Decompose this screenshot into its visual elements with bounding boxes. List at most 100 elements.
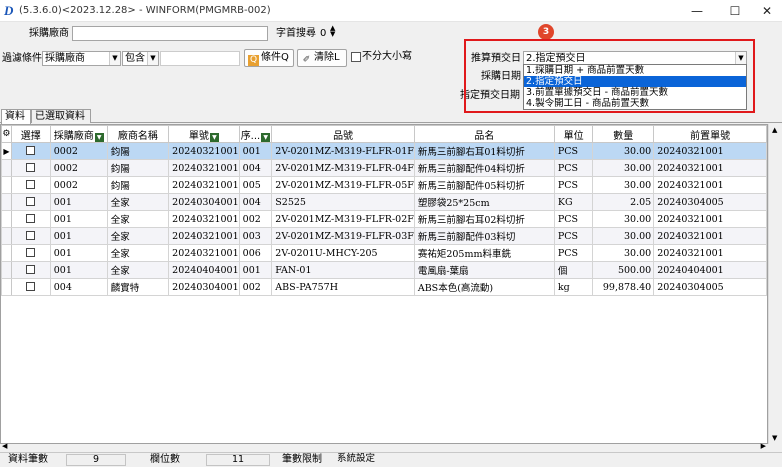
filter-op-select[interactable]: 包含 ▼ [122, 51, 159, 66]
horizontal-scrollbar[interactable]: ◀ ▶ [0, 442, 768, 452]
table-cell[interactable]: 003 [238, 227, 273, 245]
table-cell[interactable]: 全家 [106, 227, 170, 245]
table-cell[interactable]: 2V-0201MZ-M319-FLFR-02F [271, 210, 415, 228]
row-header[interactable] [1, 210, 12, 228]
table-cell[interactable]: 新馬三前腳配件05料切折 [413, 176, 555, 194]
table-cell[interactable]: 30.00 [592, 142, 655, 160]
select-cell[interactable] [10, 176, 51, 194]
table-cell[interactable]: FAN-01 [271, 261, 415, 279]
table-row[interactable]: 001 全家 20240304001 004 S2525 塑膠袋25*25cm KG 2.05… [1, 193, 767, 211]
table-cell[interactable]: 赛祐矩205mm料車銑 [413, 244, 555, 262]
data-grid[interactable]: ⚙ 選擇 採購廠商 ▼ 廠商名稱 單號 ▼ 序... ▼ 品號 品名 單位 數量 前置單號 ▶ 0002 鈞陽… [0, 124, 768, 444]
table-cell[interactable]: 全家 [106, 261, 170, 279]
dropdown-option-selected[interactable]: 2.指定預交日 [524, 76, 746, 87]
dropdown-option[interactable]: 3.前置單據預交日 - 商品前置天數 [524, 87, 746, 98]
table-cell[interactable]: 20240321001 [168, 176, 240, 194]
row-select-checkbox[interactable] [26, 230, 36, 240]
table-cell[interactable]: 005 [238, 176, 273, 194]
table-cell[interactable]: 鈞陽 [106, 176, 170, 194]
table-cell[interactable]: 麟實特 [106, 278, 170, 296]
table-cell[interactable]: 20240304005 [653, 193, 767, 211]
column-header[interactable]: 品名 [413, 125, 555, 143]
table-cell[interactable]: 20240404001 [168, 261, 240, 279]
row-select-checkbox[interactable] [26, 247, 36, 257]
table-row[interactable]: 001 全家 20240404001 001 FAN-01 電風扇-葉扇個 500.00 20… [1, 261, 767, 279]
table-cell[interactable]: 20240321001 [653, 244, 767, 262]
column-header[interactable]: 序... ▼ [238, 125, 273, 143]
column-header[interactable]: 單號 ▼ [168, 125, 240, 143]
grid-settings-icon[interactable]: ⚙ [1, 125, 12, 143]
row-select-checkbox[interactable] [26, 196, 36, 206]
scroll-down-icon[interactable]: ▼ [772, 434, 777, 442]
row-header[interactable] [1, 244, 12, 262]
vertical-scrollbar[interactable]: ▲ ▼ [768, 124, 782, 444]
table-cell[interactable]: 20240321001 [168, 210, 240, 228]
close-button[interactable]: ✕ [752, 2, 782, 20]
maximize-button[interactable]: ☐ [720, 2, 750, 20]
scroll-left-icon[interactable]: ◀ [2, 442, 7, 450]
table-cell[interactable]: PCS [553, 227, 594, 245]
table-cell[interactable]: 001 [49, 227, 108, 245]
row-header[interactable] [1, 227, 12, 245]
tab-selected-data[interactable]: 已選取資料 [31, 109, 91, 123]
table-cell[interactable]: 30.00 [592, 176, 655, 194]
table-cell[interactable]: 002 [238, 210, 273, 228]
table-cell[interactable]: PCS [553, 244, 594, 262]
table-row[interactable]: 004 麟實特 20240304001 002 ABS-PA757H ABS本色(高流動)… [1, 278, 767, 296]
scroll-up-icon[interactable]: ▲ [772, 126, 777, 134]
first-n-value[interactable]: 0 [320, 27, 326, 41]
current-row-icon[interactable]: ▶ [1, 142, 12, 160]
select-cell[interactable] [10, 244, 51, 262]
table-cell[interactable]: 001 [49, 210, 108, 228]
table-cell[interactable]: 001 [49, 244, 108, 262]
select-cell[interactable] [10, 142, 51, 160]
table-cell[interactable]: 2V-0201MZ-M319-FLFR-04F [271, 159, 415, 177]
table-row[interactable]: 001 全家 20240321001 006 2V-0201U-MHCY-205 赛祐矩2… [1, 244, 767, 262]
filter-field-select[interactable]: 採購廠商 ▼ [42, 51, 121, 66]
table-cell[interactable]: 001 [238, 142, 273, 160]
table-cell[interactable]: 20240321001 [653, 176, 767, 194]
column-header[interactable]: 選擇 [10, 125, 51, 143]
table-cell[interactable]: ABS-PA757H [271, 278, 415, 296]
row-select-checkbox[interactable] [26, 264, 36, 274]
table-cell[interactable]: 20240404001 [653, 261, 767, 279]
scroll-right-icon[interactable]: ▶ [761, 442, 766, 450]
table-cell[interactable]: 20240321001 [653, 210, 767, 228]
table-row[interactable]: ▶ 0002 鈞陽 20240321001 001 2V-0201MZ-M319-FLFR… [1, 142, 767, 160]
table-cell[interactable]: 004 [238, 159, 273, 177]
table-cell[interactable]: kg [553, 278, 594, 296]
case-insensitive-checkbox[interactable] [351, 52, 361, 62]
table-cell[interactable]: PCS [553, 176, 594, 194]
table-cell[interactable]: 20240304001 [168, 278, 240, 296]
tab-data[interactable]: 資料 [1, 109, 31, 124]
table-cell[interactable]: 0002 [49, 159, 108, 177]
table-cell[interactable]: 001 [238, 261, 273, 279]
table-cell[interactable]: 全家 [106, 193, 170, 211]
table-cell[interactable]: KG [553, 193, 594, 211]
filter-value-input[interactable] [160, 51, 240, 66]
table-cell[interactable]: 002 [238, 278, 273, 296]
select-cell[interactable] [10, 159, 51, 177]
table-cell[interactable]: 新馬三前腳右耳02料切折 [413, 210, 555, 228]
row-select-checkbox[interactable] [26, 162, 36, 172]
spinner-icon[interactable]: ▲ ▼ [330, 25, 335, 38]
table-cell[interactable]: 20240321001 [168, 159, 240, 177]
table-cell[interactable]: 全家 [106, 244, 170, 262]
vendor-input[interactable] [72, 26, 268, 41]
table-cell[interactable]: 鈞陽 [106, 159, 170, 177]
table-cell[interactable]: 20240304005 [653, 278, 767, 296]
sort-icon[interactable]: ▼ [94, 132, 104, 142]
column-header[interactable]: 品號 [271, 125, 415, 143]
sort-icon[interactable]: ▼ [261, 132, 271, 142]
select-cell[interactable] [10, 210, 51, 228]
table-cell[interactable]: 塑膠袋25*25cm [413, 193, 555, 211]
table-cell[interactable]: PCS [553, 142, 594, 160]
table-cell[interactable]: 0002 [49, 176, 108, 194]
table-cell[interactable]: ABS本色(高流動) [413, 278, 555, 296]
table-cell[interactable]: 新馬三前腳配件03料切 [413, 227, 555, 245]
table-cell[interactable]: 2V-0201U-MHCY-205 [271, 244, 415, 262]
column-header[interactable]: 數量 [592, 125, 655, 143]
table-cell[interactable]: 全家 [106, 210, 170, 228]
table-cell[interactable]: 2V-0201MZ-M319-FLFR-01F [271, 142, 415, 160]
table-cell[interactable]: 2.05 [592, 193, 655, 211]
